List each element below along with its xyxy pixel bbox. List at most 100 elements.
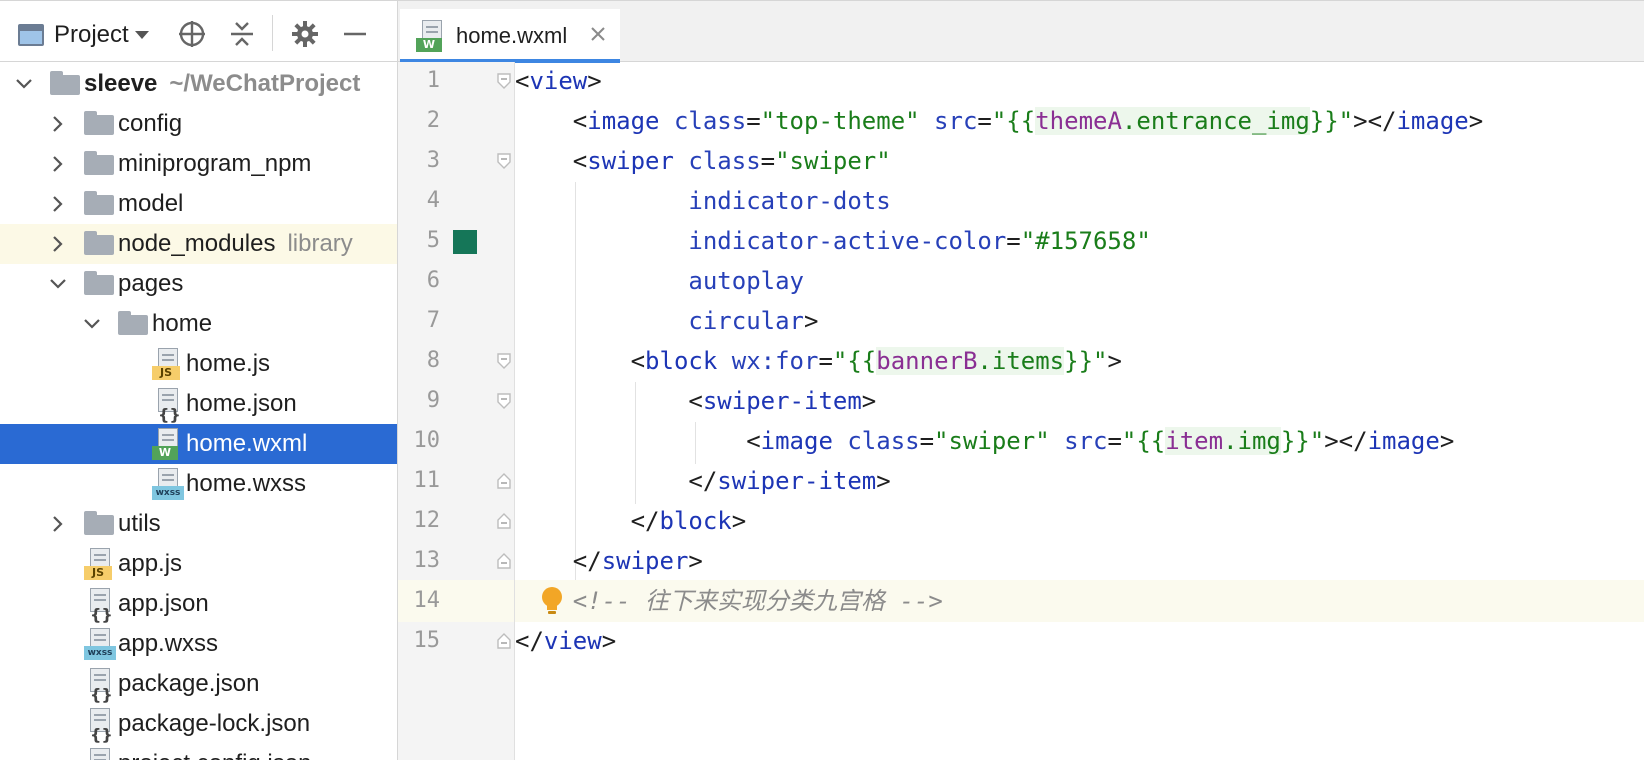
tree-item[interactable]: JS app.js bbox=[0, 544, 397, 584]
wxml-file-icon: W bbox=[416, 19, 446, 52]
code-line[interactable]: <!-- 往下来实现分类九宫格 --> bbox=[515, 580, 1644, 622]
code-line[interactable]: </swiper-item> bbox=[515, 460, 1644, 502]
tree-item-label: home.wxml bbox=[186, 430, 308, 457]
line-number: 4 bbox=[426, 188, 440, 213]
minimize-icon[interactable] bbox=[340, 19, 370, 49]
tree-item-label: app.js bbox=[118, 550, 183, 577]
tree-item[interactable]: JS home.js bbox=[0, 344, 397, 384]
json-file-icon: {} bbox=[84, 748, 114, 760]
gutter-row: 11 bbox=[398, 460, 514, 502]
gutter-row: 13 bbox=[398, 540, 514, 582]
gutter-row: 8 bbox=[398, 340, 514, 382]
tree-item[interactable]: {} home.json bbox=[0, 384, 397, 424]
gutter-row: 14 bbox=[398, 580, 514, 622]
line-number: 9 bbox=[426, 388, 440, 413]
js-file-icon: JS bbox=[152, 348, 182, 380]
line-number: 7 bbox=[426, 308, 440, 333]
gear-icon[interactable] bbox=[290, 19, 320, 49]
tree-item-label: config bbox=[118, 110, 183, 137]
tree-item[interactable]: sleeve ~/WeChatProject bbox=[0, 64, 397, 104]
editor-tab-bar: W home.wxml bbox=[398, 0, 1644, 63]
fold-icon[interactable] bbox=[496, 393, 512, 409]
chevron-right-icon[interactable] bbox=[48, 114, 68, 134]
tab-label: home.wxml bbox=[456, 22, 568, 48]
close-icon[interactable] bbox=[588, 24, 608, 44]
chevron-right-icon[interactable] bbox=[48, 194, 68, 214]
folder-icon bbox=[84, 271, 114, 295]
toolbar-divider bbox=[272, 15, 273, 51]
tree-item-label: pages bbox=[118, 270, 184, 297]
chevron-down-icon[interactable] bbox=[14, 74, 34, 94]
tree-item-label: utils bbox=[118, 510, 161, 537]
fold-end-icon[interactable] bbox=[496, 513, 512, 529]
color-swatch[interactable] bbox=[453, 230, 477, 254]
code-line[interactable]: indicator-active-color="#157658" bbox=[515, 220, 1644, 262]
fold-icon[interactable] bbox=[496, 353, 512, 369]
code-line[interactable]: <view> bbox=[515, 60, 1644, 102]
chevron-right-icon[interactable] bbox=[48, 234, 68, 254]
line-number: 12 bbox=[413, 508, 441, 533]
folder-icon bbox=[50, 71, 80, 95]
chevron-right-icon[interactable] bbox=[48, 154, 68, 174]
project-panel: Project sleeve ~/WeChatProject config minip… bbox=[0, 0, 398, 760]
tree-item[interactable]: {} package-lock.json bbox=[0, 704, 397, 744]
code-area[interactable]: <view> <image class="top-theme" src="{{t… bbox=[515, 62, 1644, 760]
chevron-right-icon[interactable] bbox=[48, 514, 68, 534]
tree-item-label: package.json bbox=[118, 670, 260, 697]
line-number: 8 bbox=[426, 348, 440, 373]
line-number: 15 bbox=[413, 628, 441, 653]
code-line[interactable]: </swiper> bbox=[515, 540, 1644, 582]
line-number: 13 bbox=[413, 548, 441, 573]
gutter-row: 15 bbox=[398, 620, 514, 662]
tree-item[interactable]: wxss app.wxss bbox=[0, 624, 397, 664]
tree-item[interactable]: config bbox=[0, 104, 397, 144]
code-line[interactable]: </block> bbox=[515, 500, 1644, 542]
code-line[interactable]: circular> bbox=[515, 300, 1644, 342]
chevron-down-icon[interactable] bbox=[48, 274, 68, 294]
code-line[interactable]: autoplay bbox=[515, 260, 1644, 302]
tree-item[interactable]: pages bbox=[0, 264, 397, 304]
tree-item[interactable]: {} project.config.json bbox=[0, 744, 397, 760]
collapse-all-icon[interactable] bbox=[227, 19, 257, 49]
fold-end-icon[interactable] bbox=[496, 553, 512, 569]
line-number: 2 bbox=[426, 108, 440, 133]
tree-item[interactable]: home bbox=[0, 304, 397, 344]
tree-item[interactable]: {} app.json bbox=[0, 584, 397, 624]
code-line[interactable]: </view> bbox=[515, 620, 1644, 662]
tree-item-label: sleeve ~/WeChatProject bbox=[84, 70, 361, 97]
code-line[interactable]: <image class="top-theme" src="{{themeA.e… bbox=[515, 100, 1644, 142]
tree-item[interactable]: wxss home.wxss bbox=[0, 464, 397, 504]
json-file-icon: {} bbox=[84, 668, 114, 703]
gutter-row: 9 bbox=[398, 380, 514, 422]
folder-icon bbox=[118, 311, 148, 335]
code-line[interactable]: <block wx:for="{{bannerB.items}}"> bbox=[515, 340, 1644, 382]
json-file-icon: {} bbox=[84, 708, 114, 743]
code-line[interactable]: indicator-dots bbox=[515, 180, 1644, 222]
tab-home-wxml[interactable]: W home.wxml bbox=[400, 9, 620, 63]
tree-item[interactable]: model bbox=[0, 184, 397, 224]
fold-end-icon[interactable] bbox=[496, 633, 512, 649]
locate-file-icon[interactable] bbox=[177, 19, 207, 49]
tree-item[interactable]: node_modules library bbox=[0, 224, 397, 264]
fold-icon[interactable] bbox=[496, 73, 512, 89]
tree-item[interactable]: Whome.wxml bbox=[0, 424, 397, 464]
fold-icon[interactable] bbox=[496, 153, 512, 169]
fold-end-icon[interactable] bbox=[496, 473, 512, 489]
line-number-gutter: 1 2 3 4 5 6 7 8 9 10 11 12 13 14 15 bbox=[398, 62, 514, 760]
tree-item-hint: ~/WeChatProject bbox=[169, 70, 361, 97]
code-line[interactable]: <image class="swiper" src="{{item.img}}"… bbox=[515, 420, 1644, 462]
code-line[interactable]: <swiper class="swiper" bbox=[515, 140, 1644, 182]
line-number: 10 bbox=[413, 428, 441, 453]
folder-icon bbox=[84, 511, 114, 535]
gutter-row: 10 bbox=[398, 420, 514, 462]
gutter-row: 3 bbox=[398, 140, 514, 182]
chevron-down-icon[interactable] bbox=[82, 314, 102, 334]
project-view-selector[interactable]: Project bbox=[18, 19, 149, 51]
tree-item[interactable]: utils bbox=[0, 504, 397, 544]
tree-item[interactable]: miniprogram_npm bbox=[0, 144, 397, 184]
code-line[interactable]: <swiper-item> bbox=[515, 380, 1644, 422]
tree-item[interactable]: {} package.json bbox=[0, 664, 397, 704]
chevron-down-icon bbox=[134, 31, 149, 39]
gutter-row: 12 bbox=[398, 500, 514, 542]
tree-item-label: home.js bbox=[186, 350, 271, 377]
